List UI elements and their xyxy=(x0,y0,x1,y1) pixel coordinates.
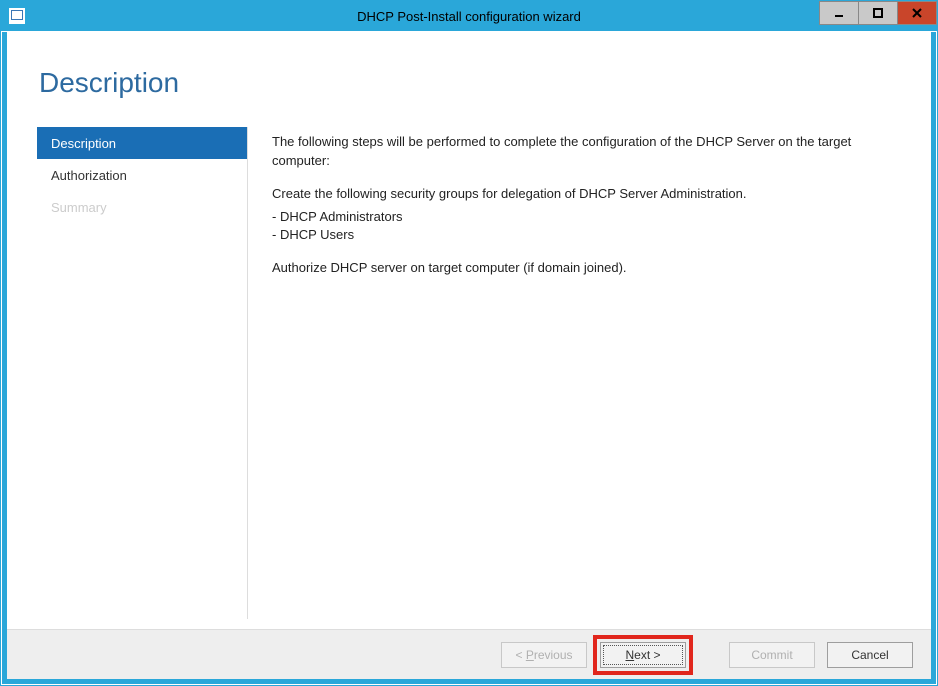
sidebar-item-label: Authorization xyxy=(51,168,127,183)
intro-text: The following steps will be performed to… xyxy=(272,133,891,171)
list-item: DHCP Users xyxy=(272,226,891,245)
client-area: Description Description Authorization Su… xyxy=(2,32,936,684)
sidebar-item-summary: Summary xyxy=(37,191,247,223)
body-row: Description Authorization Summary The fo… xyxy=(37,127,901,619)
cancel-button[interactable]: Cancel xyxy=(827,642,913,668)
action-button-group: Commit Cancel xyxy=(729,642,913,668)
close-button[interactable] xyxy=(897,1,937,25)
main-area: Description Description Authorization Su… xyxy=(7,32,931,629)
button-label: < Previous xyxy=(515,648,572,662)
wizard-steps-sidebar: Description Authorization Summary xyxy=(37,127,247,619)
previous-button: < Previous xyxy=(501,642,587,668)
next-button-highlight: Next > xyxy=(593,635,693,675)
sidebar-item-label: Description xyxy=(51,136,116,151)
list-item: DHCP Administrators xyxy=(272,208,891,227)
button-label: Commit xyxy=(751,648,792,662)
titlebar[interactable]: DHCP Post-Install configuration wizard xyxy=(1,1,937,31)
security-groups-list: DHCP Administrators DHCP Users xyxy=(272,208,891,246)
window-title: DHCP Post-Install configuration wizard xyxy=(1,9,937,24)
sidebar-item-label: Summary xyxy=(51,200,107,215)
app-icon xyxy=(9,8,25,24)
wizard-footer: < Previous Next > Commit Cancel xyxy=(7,629,931,679)
maximize-button[interactable] xyxy=(858,1,898,25)
page-title: Description xyxy=(39,67,901,99)
nav-button-group: < Previous Next > xyxy=(501,635,693,675)
wizard-window: DHCP Post-Install configuration wizard D… xyxy=(0,0,938,686)
button-label: Cancel xyxy=(851,648,888,662)
minimize-button[interactable] xyxy=(819,1,859,25)
next-button[interactable]: Next > xyxy=(600,642,686,668)
sidebar-item-description[interactable]: Description xyxy=(37,127,247,159)
content-area: The following steps will be performed to… xyxy=(247,127,901,619)
commit-button: Commit xyxy=(729,642,815,668)
authorize-text: Authorize DHCP server on target computer… xyxy=(272,259,891,278)
sidebar-item-authorization[interactable]: Authorization xyxy=(37,159,247,191)
window-controls xyxy=(820,1,937,25)
groups-lead-text: Create the following security groups for… xyxy=(272,185,891,204)
button-label: Next > xyxy=(625,648,660,662)
